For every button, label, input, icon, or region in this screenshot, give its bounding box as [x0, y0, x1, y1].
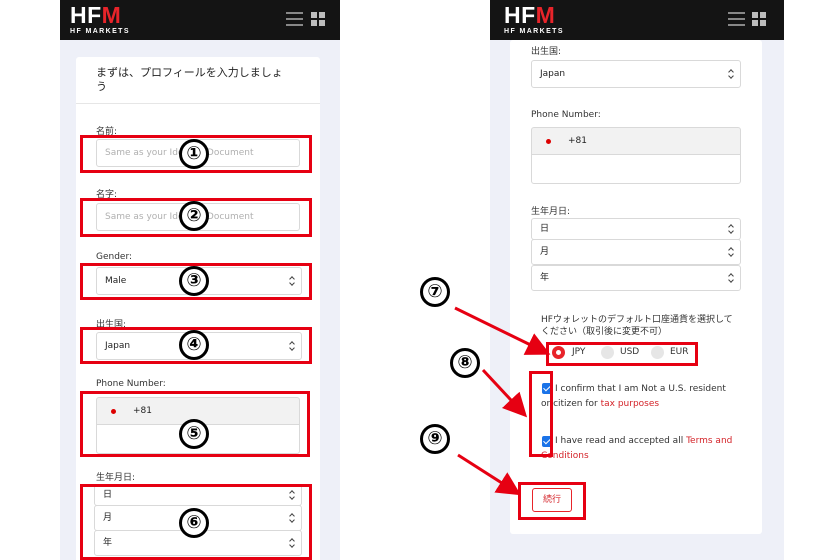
highlight-currency: [546, 342, 698, 366]
step-marker-5: ⑤: [179, 419, 209, 449]
step-marker-8: ⑧: [450, 348, 480, 378]
highlight-checkboxes: [529, 371, 553, 457]
step-marker-9: ⑨: [420, 424, 450, 454]
step-marker-7: ⑦: [420, 277, 450, 307]
step-marker-6: ⑥: [179, 508, 209, 538]
arrow-9-to-continue: [457, 453, 522, 496]
step-marker-4: ④: [179, 330, 209, 360]
step-marker-3: ③: [179, 266, 209, 296]
step-marker-2: ②: [179, 201, 209, 231]
highlight-continue: [518, 482, 586, 520]
step-marker-1: ①: [179, 139, 209, 169]
arrow-7-to-currency: [454, 306, 551, 355]
arrow-8-to-checkboxes: [481, 368, 528, 418]
